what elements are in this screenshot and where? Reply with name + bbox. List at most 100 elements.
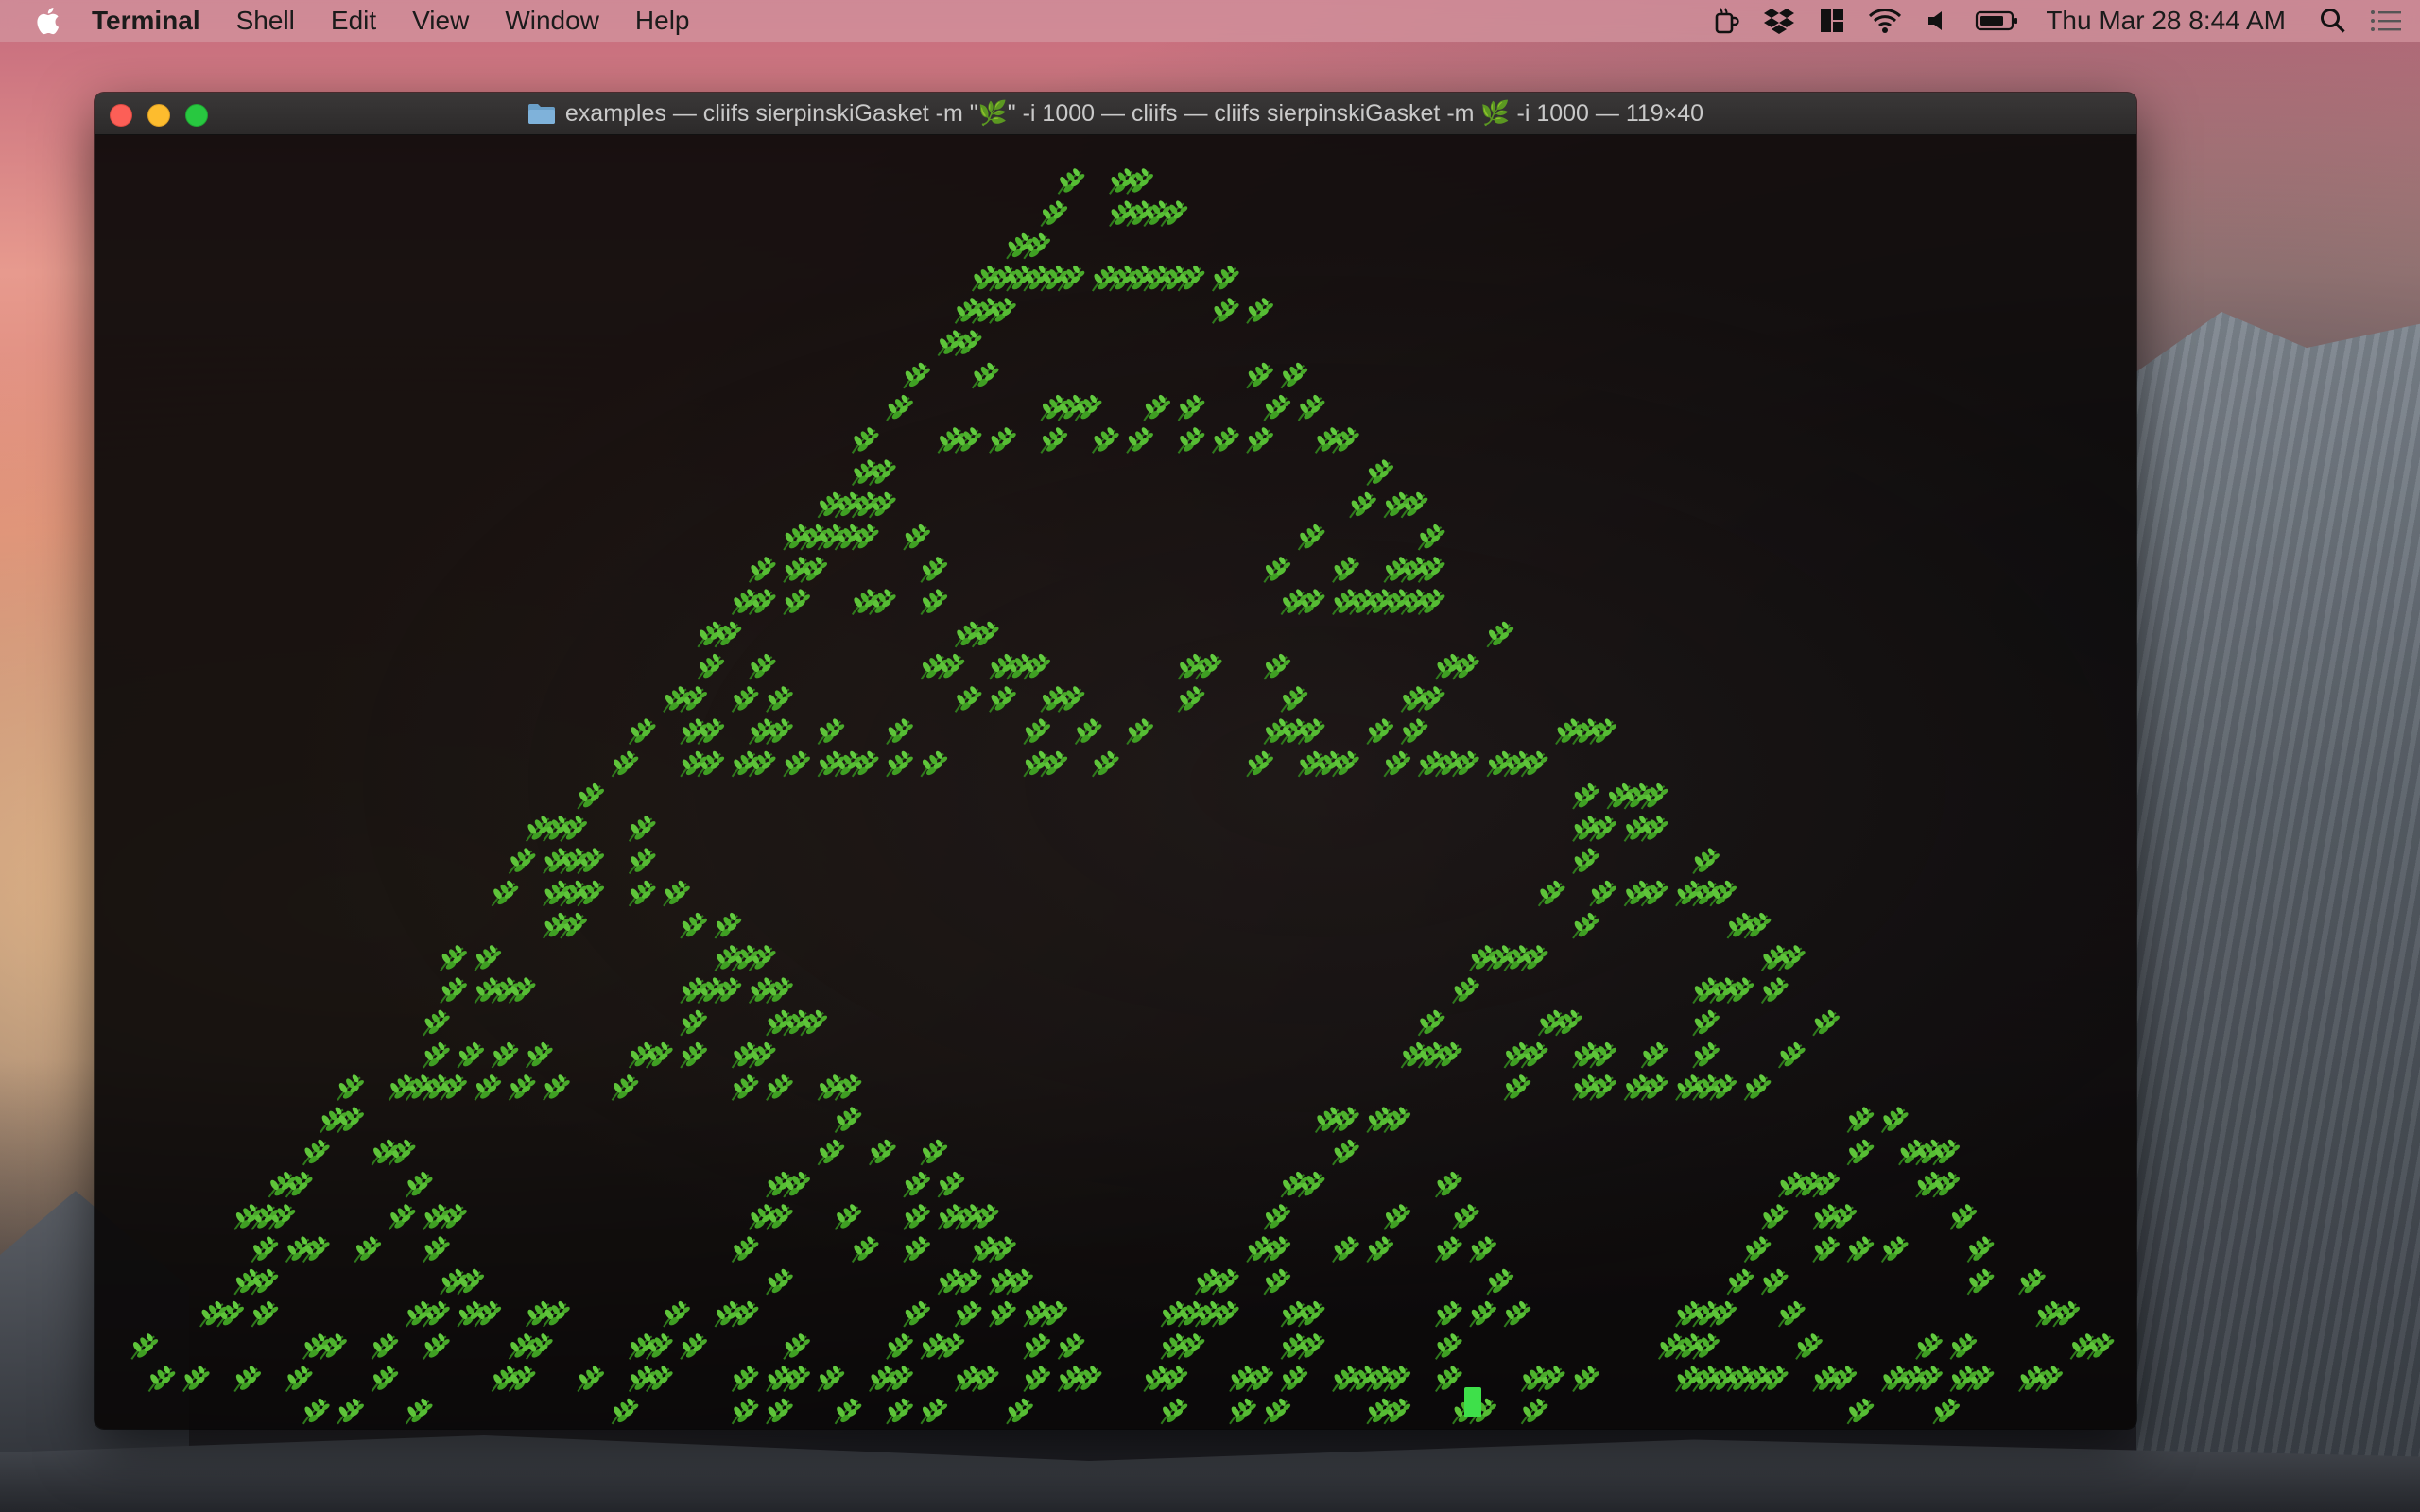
leaf-marker	[748, 651, 778, 681]
leaf-marker	[920, 555, 950, 584]
terminal-window[interactable]: examples — cliifs sierpinskiGasket -m "🌿…	[95, 93, 2136, 1429]
leaf-marker	[1777, 1298, 1807, 1329]
window-title-bar[interactable]: examples — cliifs sierpinskiGasket -m "🌿…	[95, 93, 2136, 135]
leaf-marker	[731, 1234, 761, 1263]
apple-menu-icon[interactable]	[34, 6, 60, 36]
leaf-marker	[405, 1396, 435, 1425]
leaf-marker	[731, 684, 761, 713]
zoom-button[interactable]	[185, 104, 208, 127]
leaf-marker	[491, 1040, 521, 1070]
window-layout-icon[interactable]	[1815, 0, 1849, 42]
leaf-marker	[1812, 1234, 1842, 1263]
leaf-marker	[680, 1040, 710, 1070]
leaf-marker	[1366, 716, 1396, 746]
hot-cup-icon[interactable]	[1709, 0, 1743, 42]
leaf-marker	[1280, 1364, 1310, 1393]
leaf-marker	[1451, 975, 1481, 1005]
leaf-marker	[817, 716, 847, 746]
leaf-marker	[251, 1234, 281, 1263]
leaf-marker	[1434, 1169, 1464, 1199]
leaf-marker	[422, 1234, 452, 1263]
leaf-marker	[182, 1364, 212, 1393]
leaf-marker	[1246, 748, 1276, 778]
leaf-marker	[508, 1073, 538, 1102]
search-icon[interactable]	[2316, 0, 2350, 42]
leaf-marker	[662, 1298, 692, 1329]
leaf-marker	[1846, 1234, 1876, 1263]
close-button[interactable]	[110, 104, 132, 127]
volume-icon[interactable]	[1921, 0, 1955, 42]
leaf-marker	[628, 814, 658, 843]
leaf-marker	[1434, 1364, 1464, 1393]
leaf-marker	[1263, 392, 1293, 422]
leaf-marker	[337, 1073, 367, 1102]
leaf-marker	[1966, 1266, 1996, 1296]
battery-icon[interactable]	[1974, 0, 2021, 42]
leaf-marker	[1417, 522, 1447, 552]
leaf-marker	[1160, 1396, 1190, 1425]
notification-center-icon[interactable]	[2369, 0, 2403, 42]
leaf-marker	[1503, 1073, 1533, 1102]
leaf-marker	[1126, 716, 1156, 746]
leaf-marker	[1297, 522, 1327, 552]
menu-help[interactable]: Help	[617, 0, 708, 42]
leaf-marker	[251, 1298, 281, 1329]
menu-edit[interactable]: Edit	[313, 0, 394, 42]
leaf-marker	[903, 1169, 933, 1199]
leaf-marker	[302, 1396, 332, 1425]
leaf-marker	[731, 1073, 761, 1102]
leaf-marker	[1211, 425, 1241, 455]
leaf-marker	[783, 587, 813, 616]
leaf-marker	[1914, 1332, 1945, 1361]
leaf-marker	[1846, 1137, 1876, 1166]
leaf-marker	[474, 1073, 504, 1102]
menu-bar: Terminal Shell Edit View Window Help Thu…	[0, 0, 2420, 42]
leaf-marker	[988, 684, 1018, 713]
leaf-marker	[1880, 1234, 1910, 1263]
leaf-marker	[988, 1298, 1018, 1329]
leaf-marker	[1074, 716, 1104, 746]
menu-bar-clock[interactable]: Thu Mar 28 8:44 AM	[2031, 6, 2307, 36]
leaf-marker	[1091, 425, 1121, 455]
leaf-marker	[1211, 296, 1241, 325]
leaf-marker	[885, 1396, 915, 1425]
leaf-marker	[1966, 1234, 1996, 1263]
leaf-marker	[765, 1396, 795, 1425]
leaf-marker	[1383, 1202, 1413, 1231]
leaf-marker	[1246, 360, 1276, 389]
leaf-marker	[1348, 490, 1378, 519]
leaf-marker	[525, 1040, 555, 1070]
leaf-marker	[1177, 392, 1207, 422]
leaf-marker	[1177, 684, 1207, 713]
leaf-marker	[1571, 910, 1601, 940]
leaf-marker	[903, 1202, 933, 1231]
leaf-marker	[834, 1105, 864, 1134]
leaf-marker	[1383, 748, 1413, 778]
wallpaper-cliff-right	[2136, 312, 2420, 1512]
leaf-marker	[851, 1234, 881, 1263]
menu-app-name[interactable]: Terminal	[74, 0, 218, 42]
dropbox-icon[interactable]	[1762, 0, 1796, 42]
leaf-marker	[834, 1202, 864, 1231]
leaf-marker	[1537, 878, 1567, 907]
leaf-marker	[1743, 1073, 1773, 1102]
leaf-marker	[731, 1364, 761, 1393]
leaf-marker	[697, 651, 727, 681]
menu-shell[interactable]: Shell	[218, 0, 313, 42]
wifi-icon[interactable]	[1868, 0, 1902, 42]
leaf-marker	[1091, 748, 1121, 778]
leaf-marker	[1434, 1234, 1464, 1263]
leaf-marker	[422, 1007, 452, 1037]
minimize-button[interactable]	[147, 104, 170, 127]
leaf-marker	[2017, 1266, 2048, 1296]
leaf-marker	[937, 1169, 967, 1199]
menu-window[interactable]: Window	[487, 0, 617, 42]
leaf-marker	[1057, 166, 1087, 196]
leaf-marker	[1263, 1202, 1293, 1231]
menu-view[interactable]: View	[394, 0, 487, 42]
leaf-marker	[491, 878, 521, 907]
leaf-marker	[1023, 1364, 1053, 1393]
leaf-marker	[628, 878, 658, 907]
leaf-markers	[130, 166, 2117, 1425]
terminal-output[interactable]: *	[95, 134, 2136, 1429]
